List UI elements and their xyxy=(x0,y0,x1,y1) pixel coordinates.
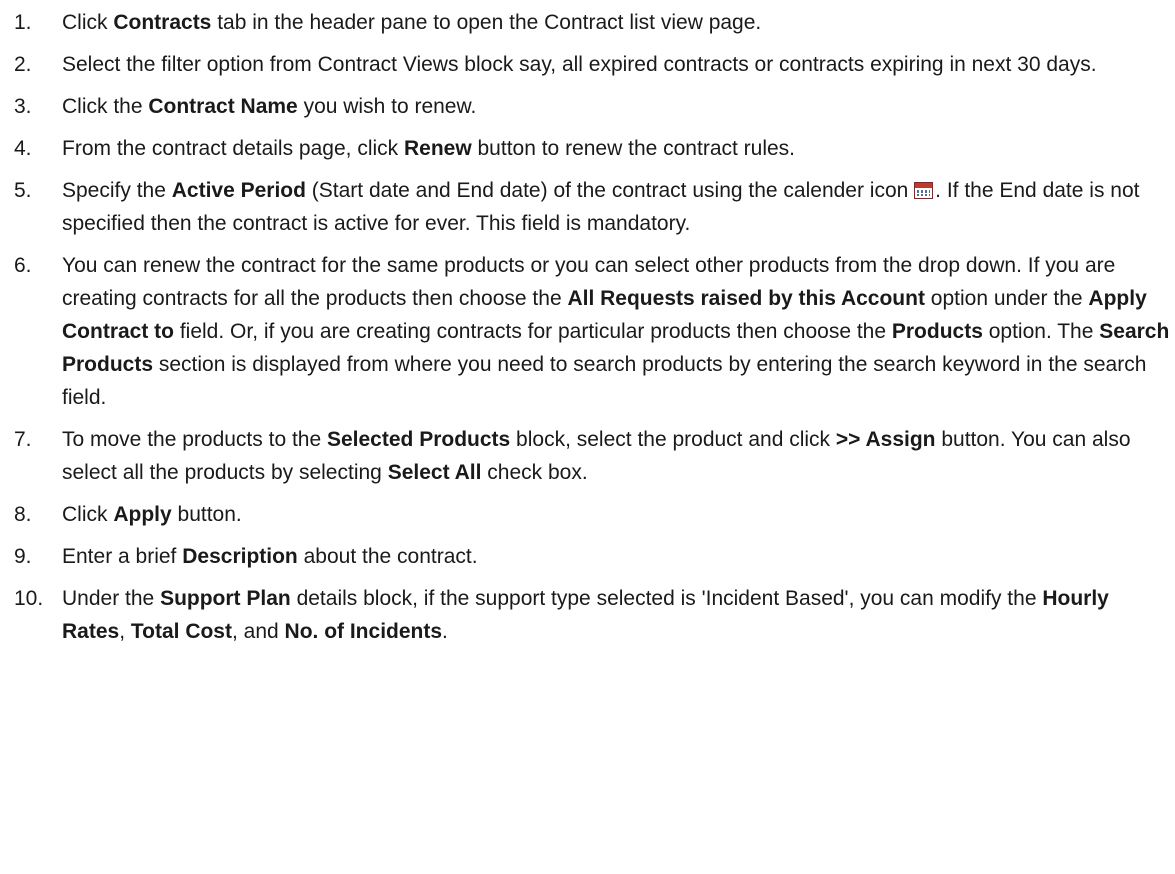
step-text-run: . xyxy=(442,620,448,643)
bold-term: Active Period xyxy=(171,179,306,202)
step-number: 10. xyxy=(14,587,44,610)
step-number: 1. xyxy=(14,11,32,34)
step-text: Select the filter option from Contract V… xyxy=(62,53,1097,76)
step-number: 4. xyxy=(14,137,32,160)
step-text-run: From the contract details page, click xyxy=(62,137,404,160)
bold-term: No. of Incidents xyxy=(284,620,443,643)
step-text-run: button. xyxy=(171,503,242,526)
step-text-run: Click xyxy=(62,503,114,526)
step-text-run: (Start date and End date) of the contrac… xyxy=(305,179,915,202)
step-item: 6. You can renew the contract for the sam… xyxy=(0,249,1175,414)
step-text-run: check box. xyxy=(481,461,588,484)
step-text-run: button to renew the contract rules. xyxy=(471,137,796,160)
step-text-run: field. Or, if you are creating contracts… xyxy=(174,320,892,343)
step-text-run: tab in the header pane to open the Contr… xyxy=(211,11,762,34)
bold-term: Selected Products xyxy=(326,428,511,451)
step-text-run: Click the xyxy=(62,95,149,118)
step-text-run: Click xyxy=(62,11,114,34)
bold-term: Contract Name xyxy=(148,95,298,118)
step-number: 2. xyxy=(14,53,32,76)
bold-term: >> Assign xyxy=(835,428,936,451)
step-text-run: you wish to renew. xyxy=(297,95,477,118)
step-text: Under the Support Plan details block, if… xyxy=(62,587,1109,643)
step-item: 7. To move the products to the Selected P… xyxy=(0,423,1175,489)
step-text-run: Select the filter option from Contract V… xyxy=(62,53,1097,76)
step-number: 3. xyxy=(14,95,32,118)
step-item: 3. Click the Contract Name you wish to re… xyxy=(0,90,1175,123)
bold-term: Contracts xyxy=(113,11,212,34)
step-text: Click Apply button. xyxy=(62,503,242,526)
step-text-run: block, select the product and click xyxy=(510,428,836,451)
step-text: From the contract details page, click Re… xyxy=(62,137,795,160)
step-text-run: section is displayed from where you need… xyxy=(62,353,1147,409)
step-number: 8. xyxy=(14,503,32,526)
bold-term: Total Cost xyxy=(130,620,232,643)
bold-term: Description xyxy=(182,545,298,568)
step-item: 2. Select the filter option from Contract… xyxy=(0,48,1175,81)
step-item: 5. Specify the Active Period (Start date … xyxy=(0,174,1175,240)
step-text-run: option under the xyxy=(924,287,1089,310)
step-text-run: about the contract. xyxy=(297,545,478,568)
step-text: To move the products to the Selected Pro… xyxy=(62,428,1131,484)
step-number: 9. xyxy=(14,545,32,568)
step-item: 9. Enter a brief Description about the co… xyxy=(0,540,1175,573)
step-item: 10. Under the Support Plan details block,… xyxy=(0,582,1175,648)
step-text: Click Contracts tab in the header pane t… xyxy=(62,11,761,34)
step-number: 7. xyxy=(14,428,32,451)
bold-term: Products xyxy=(891,320,983,343)
step-number: 6. xyxy=(14,254,32,277)
step-text: Enter a brief Description about the cont… xyxy=(62,545,478,568)
step-text-run: To move the products to the xyxy=(62,428,327,451)
bold-term: Support Plan xyxy=(160,587,291,610)
bold-term: Select All xyxy=(387,461,482,484)
instruction-steps-list: 1. Click Contracts tab in the header pane… xyxy=(0,0,1175,648)
calendar-icon xyxy=(914,182,934,199)
step-item: 8. Click Apply button. xyxy=(0,498,1175,531)
bold-term: Apply xyxy=(113,503,172,526)
bold-term: All Requests raised by this Account xyxy=(567,287,925,310)
step-text-run: , xyxy=(119,620,131,643)
step-text: Specify the Active Period (Start date an… xyxy=(62,179,1139,235)
step-text-run: Enter a brief xyxy=(62,545,183,568)
step-item: 4. From the contract details page, click … xyxy=(0,132,1175,165)
step-item: 1. Click Contracts tab in the header pane… xyxy=(0,6,1175,39)
step-text-run: option. The xyxy=(982,320,1100,343)
step-text: Click the Contract Name you wish to rene… xyxy=(62,95,476,118)
step-text: You can renew the contract for the same … xyxy=(62,254,1169,409)
step-text-run: Under the xyxy=(62,587,161,610)
step-text-run: details block, if the support type selec… xyxy=(290,587,1043,610)
step-text-run: , and xyxy=(231,620,285,643)
step-number: 5. xyxy=(14,179,32,202)
step-text-run: Specify the xyxy=(62,179,172,202)
bold-term: Renew xyxy=(403,137,472,160)
